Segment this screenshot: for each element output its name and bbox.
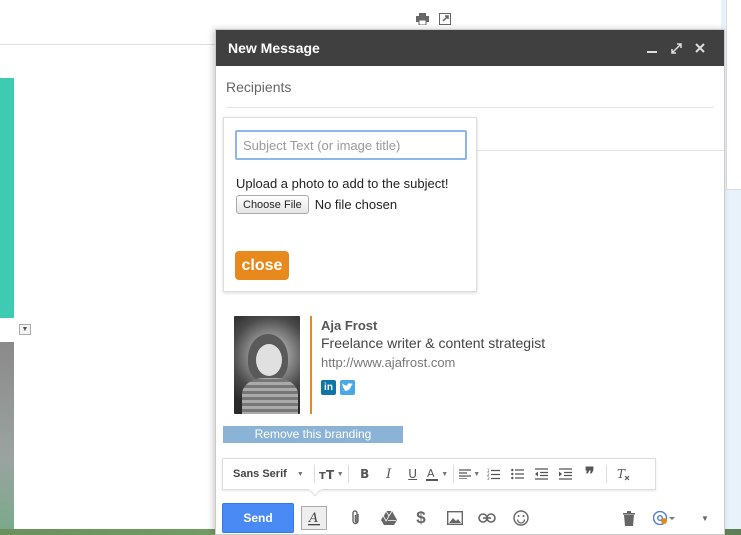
recipients-placeholder: Recipients [226,78,292,95]
indent-more-icon[interactable] [554,463,578,485]
toolbar-pointer [309,489,321,497]
background-right-panel [726,0,741,190]
screen: ▼ New Message Recipients Aja Frost Freel… [0,0,741,535]
new-window-icon[interactable] [439,13,452,25]
background-divider [0,44,215,45]
svg-text:3: 3 [487,476,490,480]
bulleted-list-icon[interactable] [506,463,530,485]
svg-text:T: T [326,468,335,480]
chevron-down-icon: ▼ [296,470,304,478]
signature-role: Freelance writer & content strategist [321,335,546,351]
font-name: Sans Serif [233,468,287,480]
underline-icon[interactable]: U [401,463,425,485]
background-image-strip [0,342,14,535]
svg-text:T: T [319,471,326,480]
background-dropdown-icon[interactable]: ▼ [19,324,31,335]
email-signature: Aja Frost Freelance writer & content str… [234,316,545,414]
file-picker: Choose File No file chosen [236,195,397,214]
emoji-icon[interactable] [508,506,534,530]
font-size-icon[interactable]: TT ▼ [319,463,344,485]
bold-icon[interactable]: B [353,463,377,485]
signature-social: in [321,380,545,395]
print-icon[interactable] [416,13,429,26]
svg-text:T: T [617,467,626,481]
signature-photo [234,316,300,414]
subject-text-input[interactable] [235,130,467,160]
trash-icon[interactable] [616,506,642,530]
linkedin-icon[interactable]: in [321,380,336,395]
insert-photo-icon[interactable] [442,506,468,530]
signature-info: Aja Frost Freelance writer & content str… [321,316,545,414]
remove-branding-link[interactable]: Remove this branding [223,426,403,443]
compose-title: New Message [228,40,320,56]
link-icon[interactable] [474,506,500,530]
background-teal-strip [0,78,14,318]
formatting-toolbar: Sans Serif ▼ TT ▼ B I U A ▼ ▼ 123 ❞ T [222,458,656,490]
text-color-icon[interactable]: A ▼ [425,463,449,485]
font-selector[interactable]: Sans Serif ▼ [227,468,310,480]
attach-icon[interactable] [343,506,369,530]
insert-signature-icon[interactable] [648,506,680,530]
compose-header: New Message [216,30,724,66]
background-top-icons [416,13,452,26]
numbered-list-icon[interactable]: 123 [482,463,506,485]
clear-formatting-icon[interactable]: T [611,463,635,485]
drive-icon[interactable] [376,506,402,530]
subject-popup: Upload a photo to add to the subject! Ch… [223,117,477,292]
twitter-icon[interactable] [340,380,355,395]
svg-text:A: A [308,511,318,526]
align-icon[interactable]: ▼ [458,463,482,485]
signature-url[interactable]: http://www.ajafrost.com [321,355,545,370]
indent-less-icon[interactable] [530,463,554,485]
signature-divider [310,316,312,414]
close-icon[interactable] [688,38,712,58]
quote-icon[interactable]: ❞ [578,463,602,485]
italic-icon[interactable]: I [377,463,401,485]
file-status: No file chosen [314,197,398,212]
send-button[interactable]: Send [222,503,294,533]
choose-file-button[interactable]: Choose File [236,195,309,214]
svg-text:A: A [427,467,435,480]
recipients-field[interactable]: Recipients [226,66,714,108]
money-icon[interactable]: $ [408,506,434,530]
upload-instructions: Upload a photo to add to the subject! [236,176,449,191]
minimize-icon[interactable] [640,38,664,58]
more-options-icon[interactable]: ▼ [692,506,718,530]
formatting-options-icon[interactable]: A [301,506,327,530]
expand-icon[interactable] [664,38,688,58]
signature-name: Aja Frost [321,318,378,333]
popup-close-button[interactable]: close [235,251,289,280]
